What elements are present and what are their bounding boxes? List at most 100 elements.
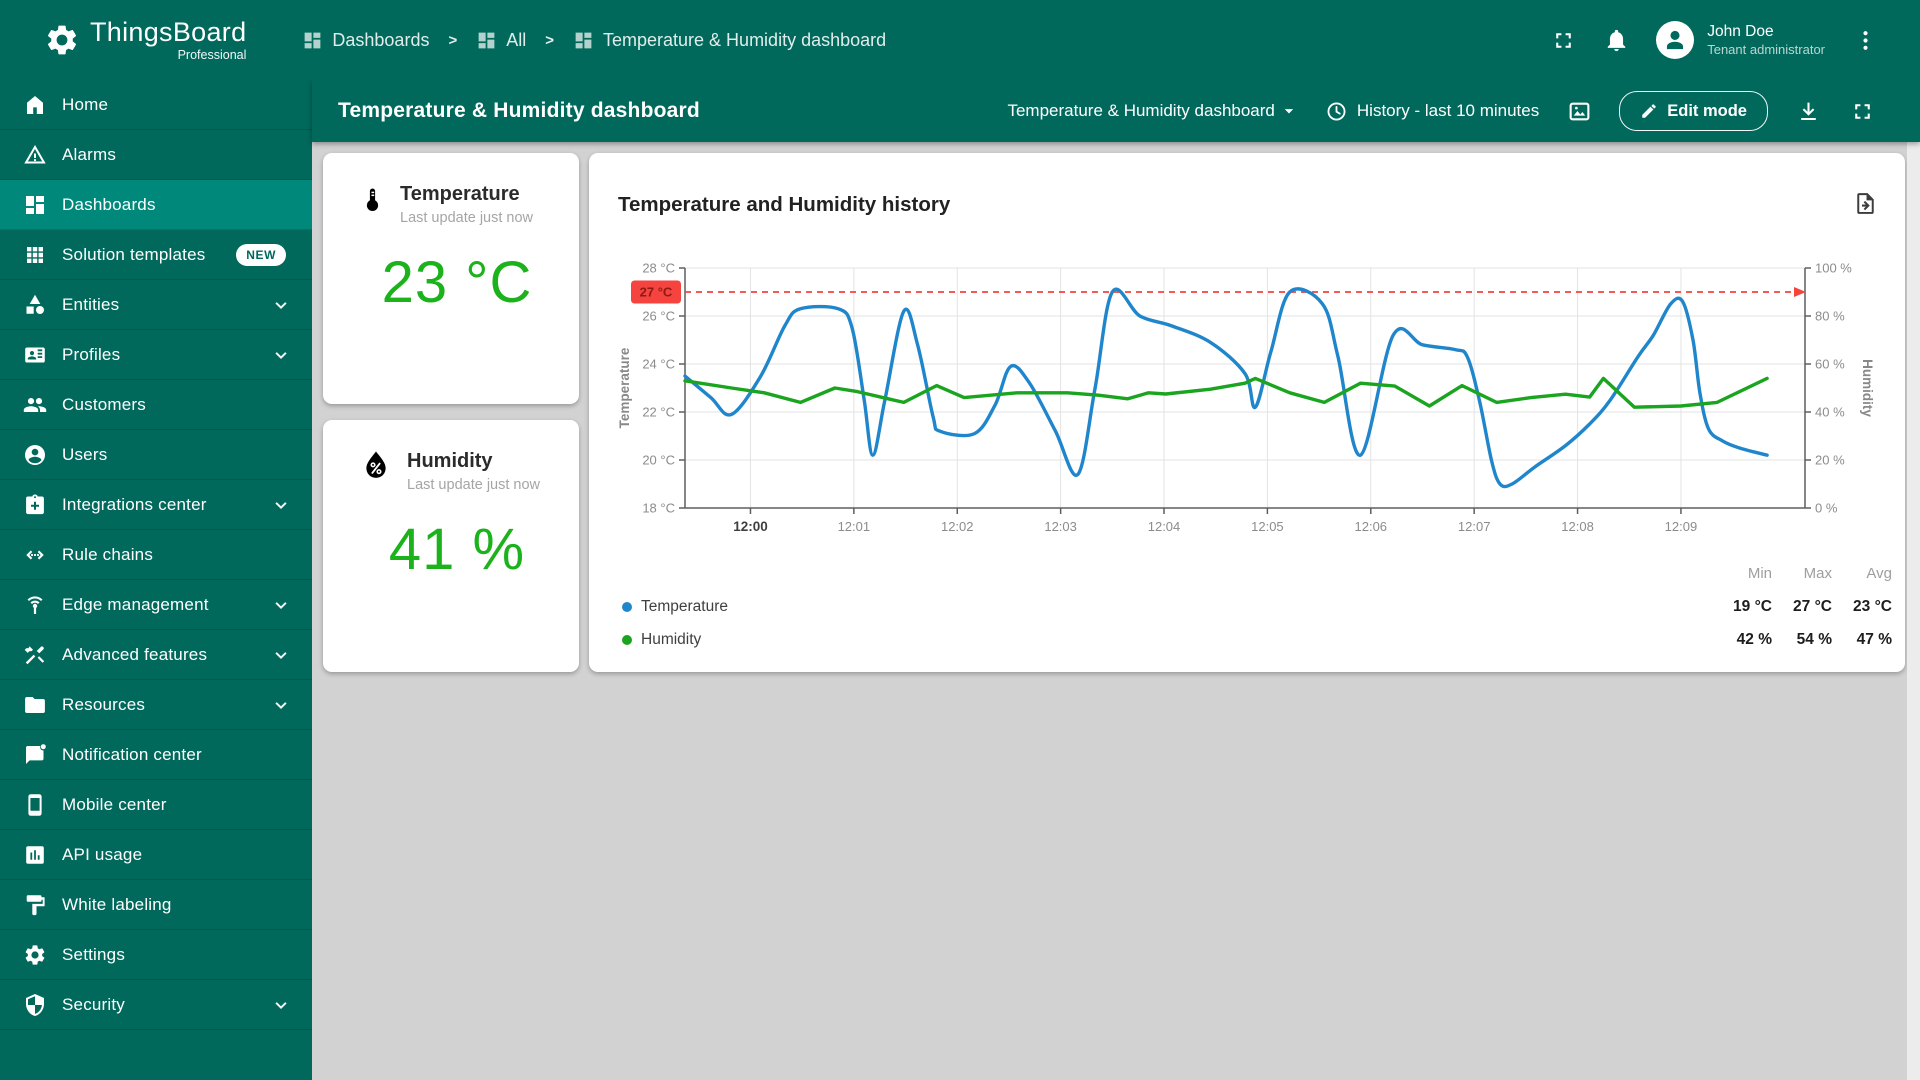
card-title: Humidity bbox=[407, 450, 493, 472]
legend-dot bbox=[622, 601, 632, 612]
dashboards-icon bbox=[573, 30, 594, 51]
sidebar-item-label: Notification center bbox=[62, 744, 202, 764]
scrollbar[interactable] bbox=[1907, 142, 1920, 1080]
svg-text:20 °C: 20 °C bbox=[642, 453, 675, 468]
sidebar-item-edge-management[interactable]: Edge management bbox=[0, 580, 312, 630]
sidebar-item-api-usage[interactable]: API usage bbox=[0, 830, 312, 880]
sidebar-item-label: Entities bbox=[62, 294, 120, 314]
chart-title: Temperature and Humidity history bbox=[618, 193, 951, 216]
download-icon[interactable] bbox=[1794, 97, 1822, 125]
more-vert-icon[interactable] bbox=[1852, 27, 1878, 53]
edit-mode-button[interactable]: Edit mode bbox=[1619, 91, 1768, 131]
history-chart[interactable]: 12:00 12:01 12:02 12:03 12:04 12:05 12:06 12:07… bbox=[589, 241, 1905, 541]
legend-item-temperature[interactable]: Temperature bbox=[622, 590, 1712, 623]
sidebar-item-mobile-center[interactable]: Mobile center bbox=[0, 780, 312, 830]
history-chart-card: Temperature and Humidity history 12:00 12… bbox=[589, 153, 1905, 672]
top-header: ThingsBoard Professional Dashboards > All >… bbox=[0, 0, 1920, 80]
time-window-button[interactable]: History - last 10 minutes bbox=[1325, 100, 1539, 123]
sidebar-item-label: Advanced features bbox=[62, 644, 208, 664]
dashboard-toolbar: Temperature & Humidity dashboard Tempera… bbox=[312, 80, 1920, 142]
temperature-card[interactable]: Temperature Last update just now 23 °C bbox=[323, 153, 579, 404]
svg-text:12:02: 12:02 bbox=[941, 519, 974, 534]
stats-header-min: Min bbox=[1747, 565, 1772, 582]
stat-avg-temperature: 23 °C bbox=[1853, 597, 1892, 615]
dashboard-select[interactable]: Temperature & Humidity dashboard bbox=[1007, 101, 1298, 121]
user-role: Tenant administrator bbox=[1707, 41, 1825, 57]
edge-management-icon bbox=[23, 593, 47, 617]
sidebar-item-label: Integrations center bbox=[62, 494, 207, 514]
svg-text:100 %: 100 % bbox=[1815, 261, 1852, 276]
breadcrumb-separator: > bbox=[448, 31, 458, 49]
card-subtitle: Last update just now bbox=[407, 477, 541, 493]
sidebar-item-resources[interactable]: Resources bbox=[0, 680, 312, 730]
caret-down-icon bbox=[1279, 101, 1299, 121]
sidebar-item-alarms[interactable]: Alarms bbox=[0, 130, 312, 180]
clock-icon bbox=[1325, 100, 1348, 123]
stat-min-humidity: 42 % bbox=[1736, 630, 1772, 648]
sidebar-item-solution-templates[interactable]: Solution templates NEW bbox=[0, 230, 312, 280]
legend-dot bbox=[622, 634, 632, 645]
fullscreen-icon[interactable] bbox=[1550, 27, 1576, 53]
sidebar-item-label: API usage bbox=[62, 844, 143, 864]
dashboards-icon bbox=[302, 30, 323, 51]
notifications-bell-icon[interactable] bbox=[1603, 27, 1629, 53]
edit-mode-label: Edit mode bbox=[1667, 101, 1747, 120]
legend-item-humidity[interactable]: Humidity bbox=[622, 623, 1712, 656]
breadcrumb-item-all[interactable]: All bbox=[476, 30, 526, 51]
svg-text:12:04: 12:04 bbox=[1148, 519, 1181, 534]
resources-icon bbox=[23, 693, 47, 717]
sidebar-nav: Home Alarms Dashboards Solution templates NE… bbox=[0, 80, 312, 1080]
svg-text:60 %: 60 % bbox=[1815, 357, 1845, 372]
sidebar-item-settings[interactable]: Settings bbox=[0, 930, 312, 980]
chevron-down-icon bbox=[270, 344, 292, 366]
sidebar-item-customers[interactable]: Customers bbox=[0, 380, 312, 430]
svg-text:20 %: 20 % bbox=[1815, 453, 1845, 468]
sidebar-item-home[interactable]: Home bbox=[0, 80, 312, 130]
card-title: Temperature bbox=[400, 183, 520, 205]
legend-label: Humidity bbox=[641, 630, 702, 648]
export-file-icon[interactable] bbox=[1853, 191, 1879, 217]
image-icon[interactable] bbox=[1565, 97, 1593, 125]
dashboard-select-value: Temperature & Humidity dashboard bbox=[1007, 101, 1275, 120]
rule-chains-icon bbox=[23, 543, 47, 567]
time-window-label: History - last 10 minutes bbox=[1356, 101, 1540, 120]
breadcrumb-item-temperature-humidity-dashboard[interactable]: Temperature & Humidity dashboard bbox=[573, 30, 886, 51]
logo-title: ThingsBoard bbox=[90, 16, 247, 47]
sidebar-item-dashboards[interactable]: Dashboards bbox=[0, 180, 312, 230]
sidebar-item-profiles[interactable]: Profiles bbox=[0, 330, 312, 380]
sidebar-item-advanced-features[interactable]: Advanced features bbox=[0, 630, 312, 680]
sidebar-item-security[interactable]: Security bbox=[0, 980, 312, 1030]
breadcrumb-label: All bbox=[506, 29, 527, 50]
breadcrumb-item-dashboards[interactable]: Dashboards bbox=[302, 30, 429, 51]
sidebar-item-label: Settings bbox=[62, 944, 126, 964]
sidebar-item-label: Home bbox=[62, 94, 109, 114]
thingsboard-logo[interactable]: ThingsBoard Professional bbox=[44, 16, 247, 62]
sidebar-item-notification-center[interactable]: Notification center bbox=[0, 730, 312, 780]
sidebar-item-label: White labeling bbox=[62, 894, 172, 914]
chevron-down-icon bbox=[270, 494, 292, 516]
svg-text:12:00: 12:00 bbox=[733, 519, 768, 534]
stats-header-max: Max bbox=[1803, 565, 1832, 582]
sidebar-item-label: Customers bbox=[62, 394, 146, 414]
svg-text:80 %: 80 % bbox=[1815, 309, 1845, 324]
sidebar-item-integrations-center[interactable]: Integrations center bbox=[0, 480, 312, 530]
user-menu[interactable]: John Doe Tenant administrator bbox=[1656, 21, 1825, 59]
toolbar-fullscreen-icon[interactable] bbox=[1848, 97, 1876, 125]
humidity-card[interactable]: Humidity Last update just now 41 % bbox=[323, 420, 579, 672]
temperature-value: 23 °C bbox=[381, 250, 533, 316]
dashboard-title: Temperature & Humidity dashboard bbox=[338, 99, 700, 122]
sidebar-item-white-labeling[interactable]: White labeling bbox=[0, 880, 312, 930]
dashboards-icon bbox=[476, 30, 497, 51]
svg-text:12:08: 12:08 bbox=[1561, 519, 1594, 534]
sidebar-item-rule-chains[interactable]: Rule chains bbox=[0, 530, 312, 580]
humidity-value: 41 % bbox=[388, 517, 526, 583]
user-name: John Doe bbox=[1707, 23, 1774, 41]
breadcrumb-label: Dashboards bbox=[332, 29, 430, 50]
svg-text:22 °C: 22 °C bbox=[642, 405, 675, 420]
chevron-down-icon bbox=[270, 594, 292, 616]
chart-legend: Min Max Avg Temperature 19 °C 27 °C 23 °C Humid… bbox=[622, 557, 1892, 656]
customers-icon bbox=[23, 393, 47, 417]
sidebar-item-users[interactable]: Users bbox=[0, 430, 312, 480]
thingsboard-app: ThingsBoard Professional Dashboards > All >… bbox=[0, 0, 1920, 1080]
sidebar-item-entities[interactable]: Entities bbox=[0, 280, 312, 330]
